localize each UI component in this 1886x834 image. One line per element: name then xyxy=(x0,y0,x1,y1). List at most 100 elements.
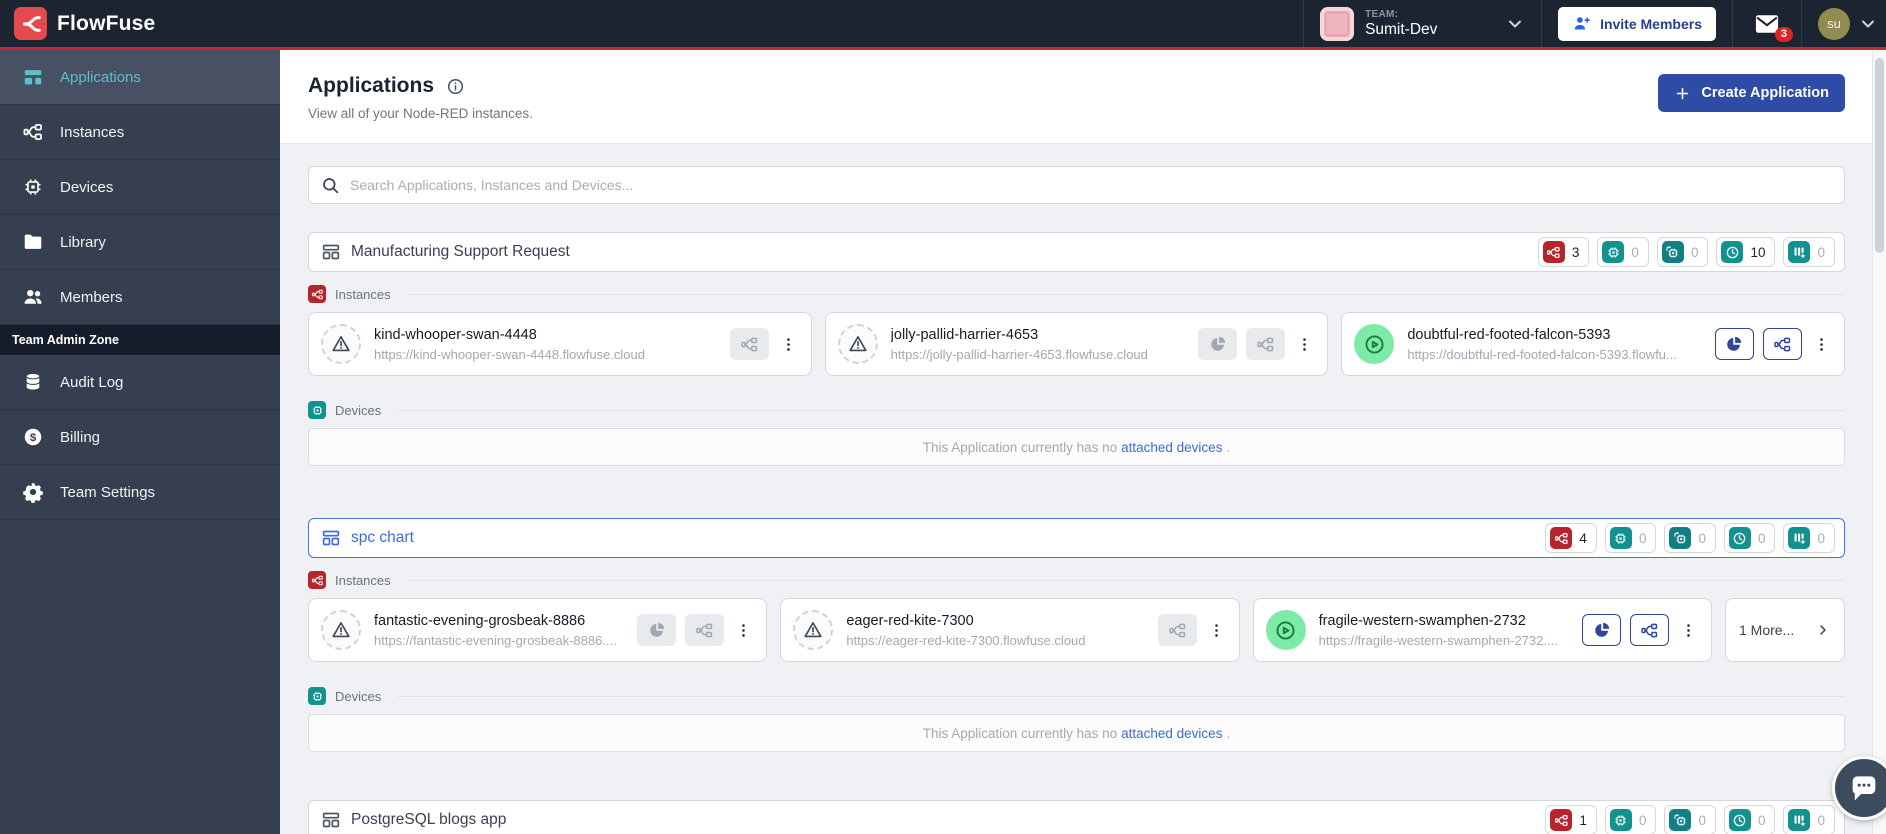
sidebar-item-label: Instances xyxy=(60,123,125,141)
application-card: spc chart 4 0 0 0 0 Instances fantastic-… xyxy=(308,518,1845,752)
dashboard-button[interactable] xyxy=(637,614,677,646)
badge-instances: 3 xyxy=(1537,237,1590,267)
instances-icon xyxy=(1550,809,1573,831)
team-avatar xyxy=(1320,6,1355,41)
scrollbar-thumb[interactable] xyxy=(1875,58,1884,253)
badge-pipelines: 0 xyxy=(1783,237,1835,267)
sidebar-item-instances[interactable]: Instances xyxy=(0,105,280,160)
sidebar-item-audit-log[interactable]: Audit Log xyxy=(0,355,280,410)
status-suspended-icon xyxy=(321,610,361,650)
divider xyxy=(398,695,1845,697)
sidebar-item-label: Library xyxy=(60,233,106,251)
open-editor-button[interactable] xyxy=(729,328,769,360)
divider xyxy=(398,409,1845,411)
user-avatar[interactable]: su xyxy=(1818,7,1850,40)
instance-name: doubtful-red-footed-falcon-5393 xyxy=(1407,326,1611,343)
pipeline-icon xyxy=(1788,809,1811,831)
search-input[interactable] xyxy=(350,177,1844,193)
sidebar-item-team-settings[interactable]: Team Settings xyxy=(0,465,280,520)
instance-menu-button[interactable] xyxy=(1294,334,1315,355)
gear-icon xyxy=(22,481,44,503)
team-name: Sumit-Dev xyxy=(1365,20,1438,38)
application-header[interactable]: Manufacturing Support Request 3 0 0 10 0 xyxy=(308,232,1845,272)
application-header[interactable]: PostgreSQL blogs app 1 0 0 0 0 xyxy=(308,800,1845,834)
divider xyxy=(407,293,1845,295)
plus-icon xyxy=(1674,85,1691,102)
page-header: Applications View all of your Node-RED i… xyxy=(280,50,1872,144)
open-editor-button[interactable] xyxy=(1630,614,1669,646)
instance-url: https://kind-whooper-swan-4448.flowfuse.… xyxy=(374,346,645,362)
status-running-icon xyxy=(1265,610,1306,650)
pipeline-icon xyxy=(1788,527,1811,549)
brand[interactable]: FlowFuse xyxy=(0,7,155,40)
search-icon xyxy=(321,176,340,195)
chevron-down-icon[interactable] xyxy=(1858,14,1878,34)
instance-tile[interactable]: fragile-western-swamphen-2732 https://fr… xyxy=(1252,598,1712,662)
instances-icon xyxy=(1542,241,1565,263)
instance-tile[interactable]: doubtful-red-footed-falcon-5393 https://… xyxy=(1341,312,1845,376)
sidebar-item-label: Devices xyxy=(60,178,114,196)
instance-tile[interactable]: jolly-pallid-harrier-4653 https://jolly-… xyxy=(824,312,1329,376)
sidebar: Applications Instances Devices Library M… xyxy=(0,50,280,834)
notification-badge: 3 xyxy=(1774,27,1793,42)
chip-arrow-icon xyxy=(1669,527,1692,549)
create-application-button[interactable]: Create Application xyxy=(1658,74,1845,112)
sidebar-item-devices[interactable]: Devices xyxy=(0,160,280,215)
database-icon xyxy=(22,371,44,393)
page-subtitle: View all of your Node-RED instances. xyxy=(308,106,533,121)
status-suspended-icon xyxy=(837,324,878,364)
instance-menu-button[interactable] xyxy=(1811,334,1832,355)
sidebar-item-label: Members xyxy=(60,288,123,306)
instance-menu-button[interactable] xyxy=(778,334,799,355)
badge-pipelines: 0 xyxy=(1783,805,1835,834)
badge-snapshots: 0 xyxy=(1723,805,1776,834)
team-admin-zone-header: Team Admin Zone xyxy=(0,325,280,355)
sidebar-item-billing[interactable]: Billing xyxy=(0,410,280,465)
sidebar-item-label: Applications xyxy=(60,68,141,86)
main-content: Applications View all of your Node-RED i… xyxy=(280,50,1872,834)
open-editor-button[interactable] xyxy=(685,614,725,646)
invite-members-label: Invite Members xyxy=(1600,15,1702,32)
badge-device-groups: 0 xyxy=(1664,523,1716,553)
instance-menu-button[interactable] xyxy=(733,620,754,641)
instance-url: https://jolly-pallid-harrier-4653.flowfu… xyxy=(890,346,1148,362)
instance-name: eager-red-kite-7300 xyxy=(846,612,974,629)
dashboard-button[interactable] xyxy=(1198,328,1238,360)
chip-icon xyxy=(1609,809,1632,831)
team-selector[interactable]: TEAM: Sumit-Dev xyxy=(1303,0,1541,47)
notifications-button[interactable]: 3 xyxy=(1732,0,1801,47)
instance-menu-button[interactable] xyxy=(1678,620,1699,641)
badge-devices: 0 xyxy=(1604,523,1657,553)
instances-icon xyxy=(308,571,326,589)
open-editor-button[interactable] xyxy=(1157,614,1197,646)
more-instances-button[interactable]: 1 More... xyxy=(1725,598,1845,662)
application-header-selected[interactable]: spc chart 4 0 0 0 0 xyxy=(308,518,1845,558)
instance-menu-button[interactable] xyxy=(1206,620,1227,641)
folder-icon xyxy=(22,231,44,253)
sidebar-item-members[interactable]: Members xyxy=(0,270,280,325)
devices-section-label: Devices xyxy=(308,400,1845,420)
instance-url: https://fantastic-evening-grosbeak-8886.… xyxy=(374,632,617,648)
instances-section-label: Instances xyxy=(308,284,1845,304)
instance-tile[interactable]: fantastic-evening-grosbeak-8886 https://… xyxy=(308,598,768,662)
invite-members-button[interactable]: Invite Members xyxy=(1558,6,1716,41)
open-editor-button[interactable] xyxy=(1246,328,1286,360)
sidebar-item-applications[interactable]: Applications xyxy=(0,50,280,105)
instance-tile[interactable]: kind-whooper-swan-4448 https://kind-whoo… xyxy=(308,312,812,376)
chevron-down-icon xyxy=(1505,14,1525,34)
dashboard-button[interactable] xyxy=(1582,614,1621,646)
sidebar-item-library[interactable]: Library xyxy=(0,215,280,270)
attached-devices-link[interactable]: attached devices xyxy=(1121,440,1222,455)
attached-devices-link[interactable]: attached devices xyxy=(1121,726,1222,741)
badge-device-groups: 0 xyxy=(1656,237,1709,267)
badge-snapshots: 10 xyxy=(1716,237,1776,267)
create-application-label: Create Application xyxy=(1701,85,1829,101)
page-title: Applications xyxy=(308,74,435,97)
badge-device-groups: 0 xyxy=(1664,805,1716,834)
instance-tile[interactable]: eager-red-kite-7300 https://eager-red-ki… xyxy=(780,598,1240,662)
scrollbar-track[interactable] xyxy=(1872,50,1886,834)
brand-name: FlowFuse xyxy=(57,11,156,35)
dashboard-button[interactable] xyxy=(1714,328,1754,360)
badge-devices: 0 xyxy=(1604,805,1657,834)
open-editor-button[interactable] xyxy=(1762,328,1802,360)
